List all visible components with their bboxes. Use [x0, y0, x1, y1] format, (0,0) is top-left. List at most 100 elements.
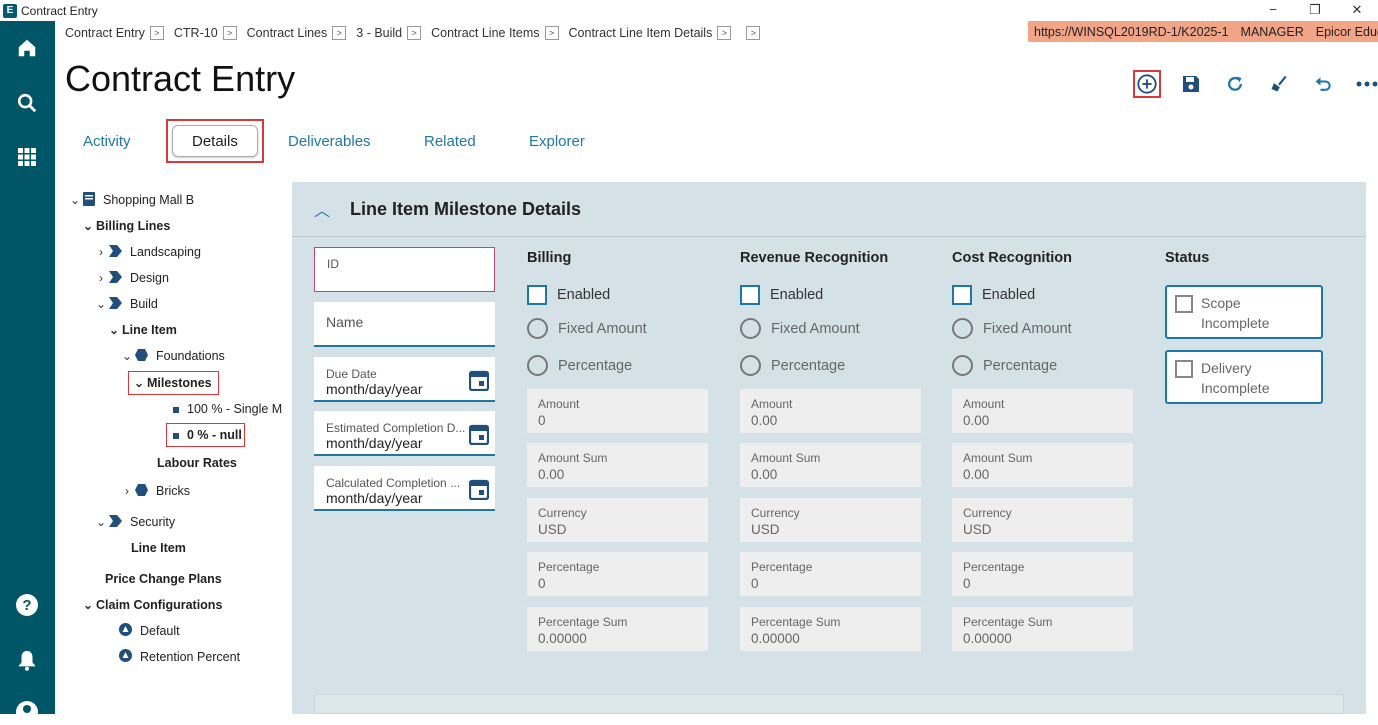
scope-incomplete-toggle[interactable]: Scope Incomplete: [1165, 285, 1323, 339]
chevron-right-icon[interactable]: >: [332, 26, 347, 40]
breadcrumb-item[interactable]: Contract Lines: [247, 26, 328, 40]
tab-explorer[interactable]: Explorer: [511, 120, 603, 162]
tree-node-line-item-2[interactable]: Line Item: [131, 537, 186, 559]
tree-node-security[interactable]: ⌄ Security: [93, 511, 175, 533]
undo-button[interactable]: [1309, 70, 1337, 98]
calculated-completion-field[interactable]: Calculated Completion ... month/day/year: [314, 466, 495, 511]
chevron-right-icon[interactable]: >: [407, 26, 422, 40]
chevron-down-icon[interactable]: ⌄: [106, 323, 122, 337]
checkbox-icon[interactable]: [1175, 360, 1193, 378]
tree-node-milestones[interactable]: ⌄ Milestones: [128, 371, 219, 395]
tree-node-foundations[interactable]: ⌄ Foundations: [119, 345, 225, 367]
breadcrumb-item[interactable]: Contract Line Item Details: [569, 26, 713, 40]
tree-node-milestone-1[interactable]: 100 % - Single M: [173, 398, 282, 420]
radio-label: Fixed Amount: [983, 320, 1072, 337]
save-button[interactable]: [1177, 70, 1205, 98]
tree-node-build[interactable]: ⌄ Build: [93, 293, 158, 315]
billing-percentage-radio[interactable]: Percentage: [527, 355, 632, 376]
radio-icon[interactable]: [740, 355, 761, 376]
breadcrumb-item[interactable]: Contract Entry: [65, 26, 145, 40]
tree-node-claim-configurations[interactable]: ⌄ Claim Configurations: [80, 594, 222, 616]
add-new-button[interactable]: [1133, 70, 1161, 98]
cost-fixed-radio[interactable]: Fixed Amount: [952, 318, 1072, 339]
chevron-right-icon[interactable]: >: [222, 26, 237, 40]
chevron-down-icon[interactable]: ⌄: [93, 515, 109, 529]
tree-node-design[interactable]: › Design: [93, 267, 169, 289]
tree-node-milestone-2[interactable]: 0 % - null: [166, 423, 245, 447]
tree-node-default[interactable]: Default: [119, 620, 180, 642]
tree-node-billing-lines[interactable]: ⌄ Billing Lines: [80, 215, 170, 237]
breadcrumb-item[interactable]: Contract Line Items: [431, 26, 539, 40]
help-icon[interactable]: ?: [14, 592, 40, 618]
tree-node-line-item[interactable]: ⌄ Line Item: [106, 319, 177, 341]
id-field[interactable]: ID: [314, 247, 495, 292]
chevron-right-icon[interactable]: ›: [119, 484, 135, 498]
cost-enabled-checkbox[interactable]: Enabled: [952, 285, 1035, 305]
radio-icon[interactable]: [952, 355, 973, 376]
chevron-right-icon[interactable]: >: [149, 26, 164, 40]
chevron-down-icon[interactable]: ⌄: [80, 219, 96, 233]
tab-deliverables[interactable]: Deliverables: [270, 120, 389, 162]
calendar-icon[interactable]: [468, 369, 490, 396]
delivery-incomplete-toggle[interactable]: Delivery Incomplete: [1165, 350, 1323, 404]
tree-node-price-change-plans[interactable]: Price Change Plans: [105, 568, 222, 590]
radio-icon[interactable]: [740, 318, 761, 339]
tab-activity[interactable]: Activity: [65, 120, 149, 162]
chevron-down-icon[interactable]: ⌄: [93, 297, 109, 311]
estimated-completion-field[interactable]: Estimated Completion D... month/day/year: [314, 411, 495, 456]
chevron-up-icon[interactable]: ︿: [314, 197, 330, 221]
radio-icon[interactable]: [952, 318, 973, 339]
chevron-right-icon[interactable]: >: [544, 26, 559, 40]
search-icon[interactable]: [14, 90, 40, 116]
revenue-fixed-radio[interactable]: Fixed Amount: [740, 318, 860, 339]
chevron-right-icon[interactable]: ›: [93, 245, 109, 259]
minimize-button[interactable]: −: [1252, 0, 1294, 21]
breadcrumb-item[interactable]: 3 - Build: [356, 26, 402, 40]
bell-icon[interactable]: [14, 647, 40, 673]
billing-amount-sum-field: Amount Sum 0.00: [527, 443, 708, 487]
panel-header: ︿ Line Item Milestone Details: [292, 182, 1366, 237]
revenue-percentage-radio[interactable]: Percentage: [740, 355, 845, 376]
checkbox-icon[interactable]: [1175, 295, 1193, 313]
close-button[interactable]: ✕: [1336, 0, 1378, 21]
home-icon[interactable]: [14, 35, 40, 61]
checkbox-icon[interactable]: [527, 285, 547, 305]
name-field[interactable]: Name: [314, 302, 495, 347]
tab-related[interactable]: Related: [406, 120, 494, 162]
tab-details[interactable]: Details: [172, 125, 258, 157]
chevron-down-icon[interactable]: ⌄: [67, 193, 83, 207]
radio-icon[interactable]: [527, 318, 548, 339]
tree-node-retention-percent[interactable]: Retention Percent: [119, 646, 240, 668]
chevron-down-icon[interactable]: ⌄: [131, 376, 147, 390]
apps-grid-icon[interactable]: [14, 144, 40, 170]
billing-enabled-checkbox[interactable]: Enabled: [527, 285, 610, 305]
breadcrumb-item[interactable]: CTR-10: [174, 26, 218, 40]
radio-icon[interactable]: [527, 355, 548, 376]
checkbox-icon[interactable]: [952, 285, 972, 305]
revenue-enabled-checkbox[interactable]: Enabled: [740, 285, 823, 305]
field-value: 0.00: [751, 467, 778, 482]
tree-node-labour-rates[interactable]: Labour Rates: [157, 452, 237, 474]
refresh-button[interactable]: [1221, 70, 1249, 98]
chevron-down-icon[interactable]: ⌄: [119, 349, 135, 363]
field-value: 0.00000: [751, 631, 800, 646]
chevron-right-icon[interactable]: ›: [93, 271, 109, 285]
calendar-icon[interactable]: [468, 478, 490, 505]
checkbox-icon[interactable]: [740, 285, 760, 305]
chevron-right-icon[interactable]: >: [746, 26, 761, 40]
user-icon[interactable]: [14, 699, 40, 725]
calculated-completion-value: month/day/year: [326, 490, 423, 506]
chevron-right-icon[interactable]: >: [717, 26, 732, 40]
billing-fixed-radio[interactable]: Fixed Amount: [527, 318, 647, 339]
tree-node-landscaping[interactable]: › Landscaping: [93, 241, 201, 263]
clear-button[interactable]: [1265, 70, 1293, 98]
more-button[interactable]: [1353, 70, 1378, 98]
tree-node-bricks[interactable]: › Bricks: [119, 480, 190, 502]
due-date-field[interactable]: Due Date month/day/year: [314, 357, 495, 402]
tree-node-root[interactable]: ⌄ Shopping Mall B: [67, 189, 194, 211]
chevron-down-icon[interactable]: ⌄: [80, 598, 96, 612]
revenue-currency-field: Currency USD: [740, 498, 921, 542]
calendar-icon[interactable]: [468, 423, 490, 450]
restore-button[interactable]: ❐: [1294, 0, 1336, 21]
cost-percentage-radio[interactable]: Percentage: [952, 355, 1057, 376]
